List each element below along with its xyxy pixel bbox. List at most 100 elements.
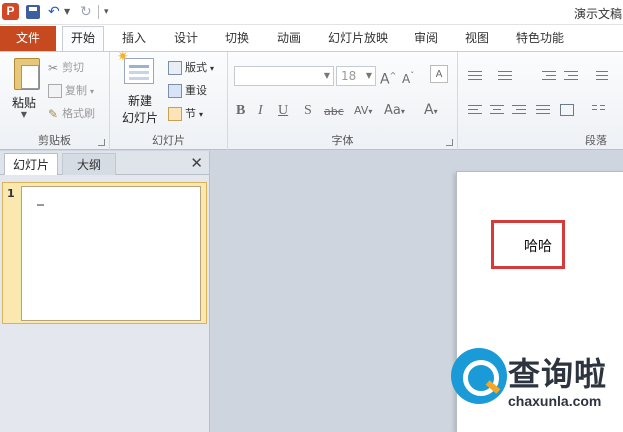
cut-button[interactable]: ✂ 剪切 (48, 58, 84, 78)
scissors-icon: ✂ (48, 61, 59, 75)
clear-formatting-icon[interactable]: A (430, 65, 448, 83)
italic-icon[interactable]: I (258, 102, 263, 120)
highlighted-text-box[interactable]: 哈哈 (491, 220, 565, 269)
align-right-icon[interactable] (512, 104, 526, 116)
section-dropdown-icon[interactable]: ▾ (199, 110, 203, 119)
paste-dropdown-icon[interactable]: ▼ (2, 110, 46, 119)
ribbon: 粘贴 ▼ ✂剪切 复制▾ ✎格式刷 剪贴板 新建 幻灯片 版式▾ 重设 节▾ 幻… (0, 49, 623, 150)
layout-icon (168, 61, 182, 75)
font-group-label: 字体 (331, 134, 354, 147)
tab-slideshow[interactable]: 幻灯片放映 (328, 26, 388, 51)
distributed-icon[interactable] (560, 104, 574, 116)
character-spacing-icon[interactable]: AV▾ (354, 102, 372, 121)
font-size-field[interactable]: 18 ▼ (336, 66, 376, 86)
new-slide-label-line2: 幻灯片 (121, 111, 158, 125)
font-name-field[interactable]: ▼ (234, 66, 334, 86)
copy-dropdown-icon[interactable]: ▾ (90, 87, 94, 96)
section-button[interactable]: 节 ▾ (168, 104, 203, 124)
strikethrough-icon[interactable]: abc (324, 103, 344, 121)
thumbnail-text-mark (37, 204, 44, 206)
new-slide-button[interactable]: 新建 幻灯片 (114, 49, 166, 128)
layout-dropdown-icon[interactable]: ▾ (210, 64, 214, 73)
copy-label: 复制 (65, 84, 87, 97)
save-icon[interactable] (26, 5, 40, 19)
font-color-icon[interactable]: A▾ (424, 101, 438, 121)
copy-button[interactable]: 复制 ▾ (48, 81, 94, 101)
align-center-icon[interactable] (490, 104, 504, 116)
format-painter-label: 格式刷 (62, 107, 96, 120)
layout-button[interactable]: 版式 ▾ (168, 58, 214, 78)
watermark-text-en: chaxunla.com (508, 393, 602, 409)
align-left-icon[interactable] (468, 104, 482, 116)
tab-home[interactable]: 开始 (62, 26, 105, 51)
slide-thumbnail[interactable] (21, 186, 201, 321)
section-icon (168, 107, 182, 121)
slide-text[interactable]: 哈哈 (524, 236, 552, 256)
underline-icon[interactable]: U (278, 102, 288, 120)
paragraph-group: 段落 (458, 52, 623, 150)
clipboard-launcher-icon[interactable] (98, 139, 105, 146)
slides-group: 新建 幻灯片 版式▾ 重设 节▾ 幻灯片 (110, 49, 228, 150)
qat-separator (98, 5, 99, 19)
tab-view[interactable]: 视图 (465, 26, 489, 51)
font-group: ▼ 18 ▼ A^ Aˇ A B I U S abc AV▾ Aa▾ A▾ 字体 (228, 52, 458, 150)
undo-icon[interactable]: ↶ (48, 4, 60, 20)
close-icon[interactable]: ✕ (190, 154, 203, 172)
paragraph-group-label: 段落 (585, 134, 607, 147)
change-case-icon[interactable]: Aa▾ (384, 102, 405, 121)
slides-pane-tabs: 幻灯片 大纲 ✕ (0, 151, 209, 175)
font-launcher-icon[interactable] (446, 139, 453, 146)
powerpoint-app-icon[interactable]: P (2, 3, 19, 20)
tab-special-features[interactable]: 特色功能 (516, 26, 564, 51)
customize-qat-icon[interactable]: ▾ (104, 4, 109, 20)
slides-pane: 幻灯片 大纲 ✕ 1 (0, 151, 210, 432)
font-name-dropdown-icon[interactable]: ▼ (324, 71, 330, 80)
tab-outline[interactable]: 大纲 (62, 153, 116, 175)
font-size-value: 18 (341, 69, 357, 83)
shadow-icon[interactable]: S (304, 102, 312, 120)
cut-label: 剪切 (62, 61, 85, 74)
redo-icon[interactable]: ↻ (80, 4, 92, 20)
new-slide-icon (117, 49, 154, 84)
slides-group-label: 幻灯片 (152, 134, 185, 147)
undo-dropdown-icon[interactable]: ▼ (64, 4, 70, 20)
bullets-icon[interactable] (468, 70, 482, 82)
watermark-logo-icon (451, 348, 507, 404)
reset-button[interactable]: 重设 (168, 81, 207, 101)
columns-icon[interactable] (592, 104, 606, 116)
tab-insert[interactable]: 插入 (122, 26, 146, 51)
copy-icon (48, 84, 62, 98)
font-size-dropdown-icon[interactable]: ▼ (366, 71, 372, 80)
increase-indent-icon[interactable] (564, 70, 578, 82)
slide-number: 1 (7, 187, 15, 200)
shrink-font-icon[interactable]: Aˇ (402, 67, 414, 88)
reset-icon (168, 84, 182, 98)
tab-review[interactable]: 审阅 (414, 26, 438, 51)
new-slide-label-line1: 新建 (127, 94, 152, 108)
grow-font-icon[interactable]: A^ (380, 67, 396, 89)
section-label: 节 (185, 107, 196, 120)
layout-label: 版式 (185, 61, 207, 74)
line-spacing-icon[interactable] (596, 70, 610, 82)
paste-icon (14, 58, 40, 90)
tab-animations[interactable]: 动画 (277, 26, 301, 51)
paste-button[interactable]: 粘贴 ▼ (2, 52, 46, 128)
title-bar: P ↶ ▼ ↻ ▾ 演示文稿 (0, 0, 623, 25)
clipboard-group-label: 剪贴板 (38, 134, 71, 147)
slide-thumbnail-row[interactable]: 1 (2, 182, 207, 324)
decrease-indent-icon[interactable] (542, 70, 556, 82)
justify-icon[interactable] (536, 104, 550, 116)
ribbon-tabs: 文件 开始 插入 设计 切换 动画 幻灯片放映 审阅 视图 特色功能 (0, 25, 623, 51)
numbering-icon[interactable] (498, 70, 512, 82)
tab-transitions[interactable]: 切换 (225, 26, 249, 51)
reset-label: 重设 (185, 84, 207, 97)
window-title: 演示文稿 (574, 7, 623, 21)
bold-icon[interactable]: B (236, 102, 245, 120)
format-painter-button[interactable]: ✎ 格式刷 (48, 104, 95, 124)
format-painter-icon: ✎ (48, 107, 59, 121)
tab-file[interactable]: 文件 (0, 26, 56, 51)
tab-design[interactable]: 设计 (174, 26, 198, 51)
tab-slides[interactable]: 幻灯片 (4, 153, 58, 175)
watermark-text-cn: 查询啦 (508, 355, 608, 393)
paste-label: 粘贴 (11, 96, 36, 110)
